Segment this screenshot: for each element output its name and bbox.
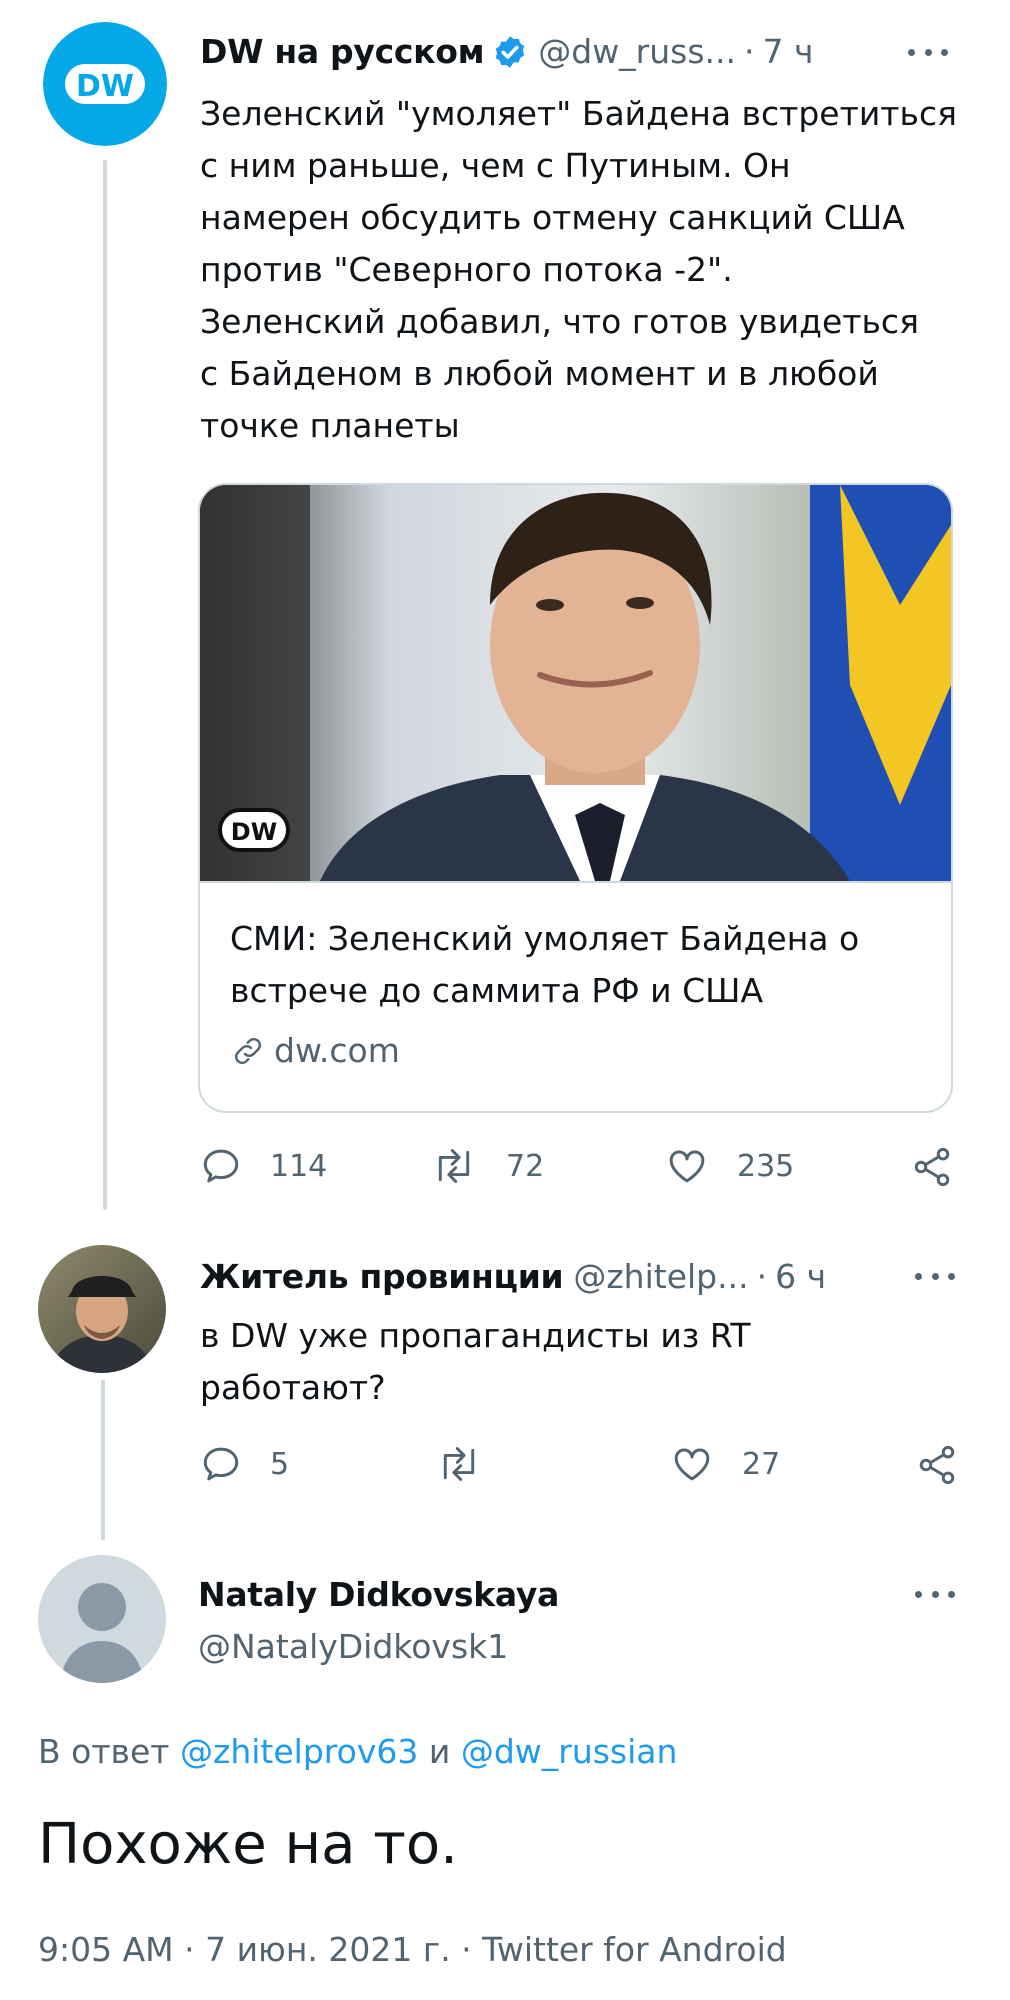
tweet-time[interactable]: 7 ч xyxy=(763,32,814,71)
reply-button[interactable]: 5 xyxy=(200,1443,289,1485)
separator-dot: · xyxy=(756,1257,768,1296)
focused-handle-row: @NatalyDidkovsk1 xyxy=(198,1627,508,1666)
author-handle[interactable]: @NatalyDidkovsk1 xyxy=(198,1627,508,1666)
default-avatar-icon xyxy=(38,1555,166,1683)
card-title-line: встрече до саммита РФ и США xyxy=(230,971,764,1010)
tweet-text-line: с ним раньше, чем с Путиным. Он xyxy=(200,146,791,185)
avatar-zhitel[interactable] xyxy=(38,1245,166,1373)
tweet-text-line: Зеленский "умоляет" Байдена встретиться xyxy=(200,94,957,133)
reply-prefix: В ответ xyxy=(38,1732,170,1771)
avatar-default[interactable] xyxy=(38,1555,166,1683)
author-handle[interactable]: @zhitelp... xyxy=(573,1257,748,1296)
share-button[interactable] xyxy=(915,1443,959,1487)
retweet-button[interactable] xyxy=(435,1443,511,1485)
tweet-text-line: точке планеты xyxy=(200,406,460,445)
like-count: 27 xyxy=(742,1446,781,1482)
author-name[interactable]: Житель провинции xyxy=(200,1257,564,1296)
mention-link[interactable]: @zhitelprov63 xyxy=(180,1732,418,1771)
more-icon[interactable] xyxy=(908,42,948,62)
reply-and: и xyxy=(428,1732,451,1771)
separator-dot: · xyxy=(744,32,755,71)
tweet2-text: в DW уже пропагандисты из RT работают? xyxy=(200,1310,751,1414)
retweet-button[interactable]: 72 xyxy=(430,1145,544,1187)
dw-logo-icon: DW xyxy=(43,22,167,146)
card-dw-logo: DW xyxy=(231,818,277,846)
tweet-text-line: намерен обсудить отмену санкций США xyxy=(200,198,905,237)
more-icon[interactable] xyxy=(915,1584,955,1604)
svg-text:DW: DW xyxy=(76,69,134,104)
retweet-count: 72 xyxy=(506,1148,545,1184)
tweet1-header: DW на русском @dw_russ... · 7 ч xyxy=(200,32,814,71)
like-icon xyxy=(674,1448,710,1481)
thread-connector xyxy=(101,1380,105,1540)
reply-count: 5 xyxy=(270,1446,290,1482)
card-domain: dw.com xyxy=(230,1031,400,1070)
share-icon xyxy=(919,1445,955,1485)
tweet-meta[interactable]: 9:05 AM · 7 июн. 2021 г. · Twitter for A… xyxy=(38,1930,787,1969)
like-button[interactable]: 235 xyxy=(665,1145,794,1187)
avatar-dw[interactable]: DW xyxy=(43,22,167,146)
tweet2-header: Житель провинции @zhitelp... · 6 ч xyxy=(200,1257,826,1296)
author-name[interactable]: Nataly Didkovskaya xyxy=(198,1575,559,1614)
share-icon xyxy=(914,1147,950,1187)
like-count: 235 xyxy=(737,1148,795,1184)
retweet-icon xyxy=(443,1447,475,1481)
card-image: DW xyxy=(200,485,951,881)
reply-button[interactable]: 114 xyxy=(200,1145,327,1187)
card-title: СМИ: Зеленский умоляет Байдена о встрече… xyxy=(230,913,859,1017)
tweet-text-line: работают? xyxy=(200,1368,386,1407)
link-card[interactable]: DW СМИ: Зеленский умоляет Байдена о встр… xyxy=(198,483,953,1113)
tweet-text-line: с Байденом в любой момент и в любой xyxy=(200,354,879,393)
reply-count: 114 xyxy=(270,1148,328,1184)
focused-name-row: Nataly Didkovskaya xyxy=(198,1575,559,1614)
author-handle[interactable]: @dw_russ... xyxy=(538,32,736,71)
tweet-text-line: против "Северного потока -2". xyxy=(200,250,733,289)
tweet-text-line: Зеленский добавил, что готов увидеться xyxy=(200,302,919,341)
reply-context: В ответ @zhitelprov63 и @dw_russian xyxy=(38,1732,677,1771)
tweet1-text: Зеленский "умоляет" Байдена встретиться … xyxy=(200,88,957,452)
tweet-text-line: в DW уже пропагандисты из RT xyxy=(200,1316,751,1355)
reply-icon xyxy=(203,1447,239,1481)
verified-icon xyxy=(496,35,525,68)
thread-connector xyxy=(103,160,107,1210)
like-button[interactable]: 27 xyxy=(670,1443,780,1485)
card-domain-text: dw.com xyxy=(274,1031,400,1070)
author-name[interactable]: DW на русском xyxy=(200,32,485,71)
like-icon xyxy=(669,1150,705,1183)
mention-link[interactable]: @dw_russian xyxy=(461,1732,678,1771)
reply-icon xyxy=(203,1149,239,1183)
link-icon xyxy=(235,1037,261,1064)
user-photo xyxy=(38,1245,166,1373)
more-icon[interactable] xyxy=(915,1266,955,1286)
focused-tweet-text: Похоже на то. xyxy=(38,1812,458,1877)
card-body: СМИ: Зеленский умоляет Байдена о встрече… xyxy=(200,881,951,1111)
tweet1-actions: 114 72 235 xyxy=(200,1145,960,1195)
card-title-line: СМИ: Зеленский умоляет Байдена о xyxy=(230,919,860,958)
retweet-icon xyxy=(438,1149,470,1183)
tweet-time[interactable]: 6 ч xyxy=(775,1257,826,1296)
tweet2-actions: 5 27 xyxy=(200,1443,960,1493)
share-button[interactable] xyxy=(910,1145,954,1189)
